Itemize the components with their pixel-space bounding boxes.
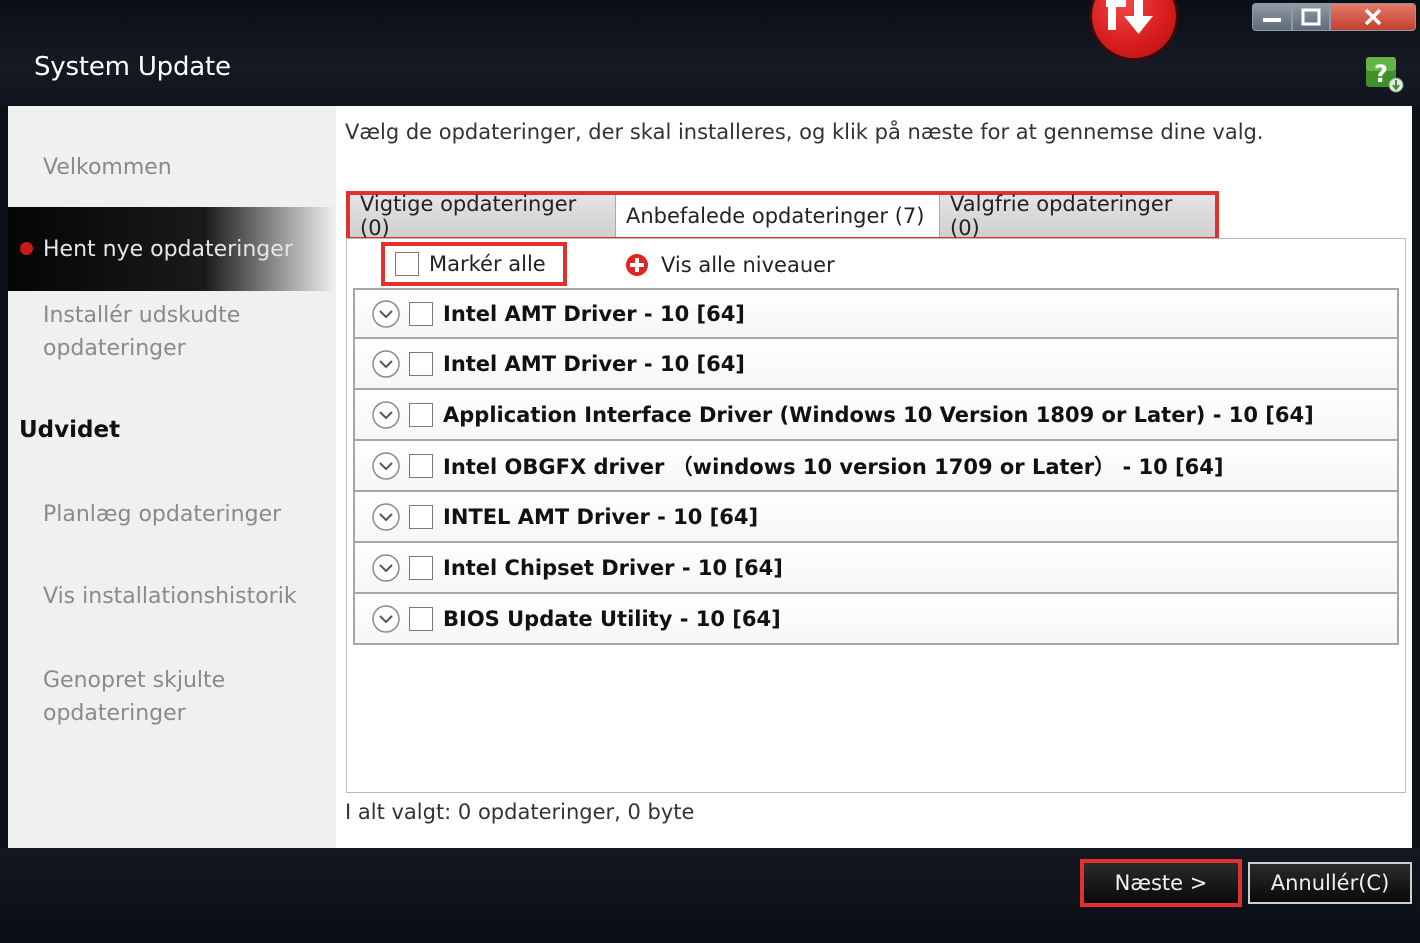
minimize-icon (1263, 18, 1281, 22)
maximize-icon (1301, 8, 1321, 26)
sidebar-item-label-line2: opdateringer (43, 701, 186, 726)
sidebar-item-welcome[interactable]: Velkommen (43, 151, 172, 184)
select-all-checkbox[interactable] (395, 252, 419, 276)
system-update-window: System Update ? Velkommen Hent nye opdat… (0, 0, 1420, 943)
window-controls (1252, 3, 1416, 33)
list-item[interactable]: Intel Chipset Driver - 10 [64] (353, 543, 1399, 594)
update-checkbox[interactable] (409, 351, 433, 376)
select-all-control[interactable]: Markér alle (381, 242, 567, 286)
show-all-levels-link[interactable]: Vis alle niveauer (625, 247, 835, 283)
sidebar-item-label-line1: Genopret skjulte (43, 668, 226, 693)
list-item[interactable]: Application Interface Driver (Windows 10… (353, 390, 1399, 441)
update-title: Intel AMT Driver - 10 [64] (443, 351, 745, 376)
cancel-button[interactable]: Annullér(C) (1248, 862, 1412, 904)
selection-summary: I alt valgt: 0 opdateringer, 0 byte (345, 800, 695, 824)
chevron-down-icon[interactable] (371, 400, 401, 430)
update-category-tabs: Vigtige opdateringer (0) Anbefalede opda… (346, 191, 1219, 241)
chevron-down-icon[interactable] (371, 502, 401, 532)
list-item[interactable]: INTEL AMT Driver - 10 [64] (353, 492, 1399, 543)
chevron-down-icon[interactable] (371, 299, 401, 329)
update-checkbox[interactable] (409, 555, 433, 580)
update-title: Intel AMT Driver - 10 [64] (443, 301, 745, 326)
main-content: Vælg de opdateringer, der skal installer… (336, 106, 1412, 848)
chevron-down-icon[interactable] (371, 451, 401, 481)
list-item[interactable]: BIOS Update Utility - 10 [64] (353, 594, 1399, 645)
chevron-down-icon[interactable] (371, 553, 401, 583)
instruction-text: Vælg de opdateringer, der skal installer… (345, 120, 1264, 144)
updates-tab-panel: Markér alle Vis alle niveauer Intel AMT … (346, 238, 1406, 793)
footer-bar: Næste > Annullér(C) (0, 848, 1420, 943)
sidebar-item-label-line2: opdateringer (43, 336, 186, 361)
plus-circle-icon (626, 254, 648, 276)
tab-important-updates[interactable]: Vigtige opdateringer (0) (350, 192, 616, 240)
sidebar-item-label: Hent nye opdateringer (43, 237, 293, 262)
updates-list: Intel AMT Driver - 10 [64] Intel AMT Dri… (353, 288, 1399, 645)
sidebar-item-install-deferred[interactable]: Installér udskudte opdateringer (43, 299, 240, 365)
list-item[interactable]: Intel AMT Driver - 10 [64] (353, 339, 1399, 390)
update-title: INTEL AMT Driver - 10 [64] (443, 504, 759, 529)
close-button[interactable] (1330, 3, 1416, 31)
select-all-label: Markér alle (429, 252, 546, 276)
active-indicator-dot (20, 242, 33, 255)
sidebar-item-restore-hidden[interactable]: Genopret skjulte opdateringer (43, 664, 225, 730)
next-button[interactable]: Næste > (1080, 859, 1242, 907)
minimize-button[interactable] (1252, 3, 1292, 31)
list-item[interactable]: Intel AMT Driver - 10 [64] (353, 288, 1399, 339)
close-icon (1364, 8, 1382, 26)
sidebar-item-schedule-updates[interactable]: Planlæg opdateringer (43, 498, 281, 531)
chevron-down-icon[interactable] (371, 349, 401, 379)
update-title: Application Interface Driver (Windows 10… (443, 402, 1314, 427)
list-item[interactable]: Intel OBGFX driver （windows 10 version 1… (353, 441, 1399, 492)
tab-recommended-updates[interactable]: Anbefalede opdateringer (7) (616, 195, 940, 237)
update-checkbox[interactable] (409, 301, 433, 326)
sidebar-item-label-line1: Installér udskudte (43, 303, 241, 328)
sidebar: Velkommen Hent nye opdateringer Installé… (8, 106, 336, 848)
window-title: System Update (34, 52, 231, 82)
help-icon[interactable]: ? (1365, 55, 1405, 93)
svg-text:?: ? (1374, 60, 1388, 88)
lenovo-update-logo-icon (1092, 0, 1176, 58)
update-title: BIOS Update Utility - 10 [64] (443, 606, 781, 631)
sidebar-item-get-new-updates[interactable]: Hent nye opdateringer (8, 207, 336, 291)
show-all-levels-label: Vis alle niveauer (661, 253, 835, 277)
update-title: Intel Chipset Driver - 10 [64] (443, 555, 783, 580)
sidebar-section-advanced: Udvidet (19, 417, 121, 443)
maximize-button[interactable] (1292, 3, 1330, 31)
update-checkbox[interactable] (409, 453, 433, 478)
sidebar-item-installation-history[interactable]: Vis installationshistorik (43, 580, 297, 613)
title-bar: System Update ? (0, 0, 1420, 106)
update-checkbox[interactable] (409, 606, 433, 631)
update-title: Intel OBGFX driver （windows 10 version 1… (443, 454, 1224, 479)
tab-optional-updates[interactable]: Valgfrie opdateringer (0) (940, 192, 1215, 240)
update-checkbox[interactable] (409, 402, 433, 427)
update-checkbox[interactable] (409, 504, 433, 529)
chevron-down-icon[interactable] (371, 604, 401, 634)
